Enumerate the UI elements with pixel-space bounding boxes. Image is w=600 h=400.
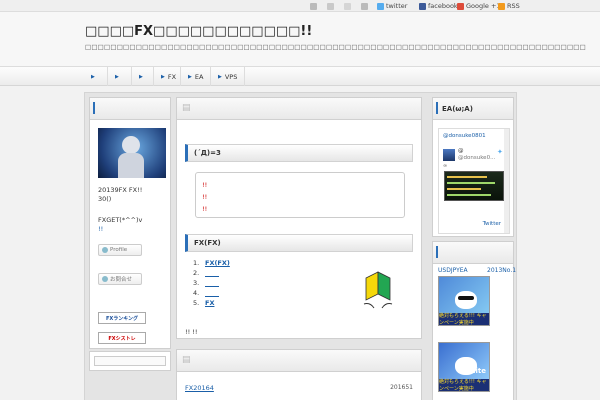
facebook-link[interactable]: facebook — [419, 2, 458, 10]
twitter-timeline[interactable]: @donsuke0801 @ @donsuke0... ✦ ∞ Twitter — [438, 128, 510, 234]
post-title-link[interactable]: FX20164 — [185, 384, 214, 392]
twitter-panel: EA(ω;A) @donsuke0801 @ @donsuke0... ✦ ∞ … — [432, 97, 514, 237]
list-item: 2. — [193, 268, 247, 278]
profile-panel: 20139FX FX!! 30() FXGET(*^^)v !! Profile… — [89, 97, 171, 349]
site-description: □□□□□□□□□□□□□□□□□□□□□□□□□□□□□□□□□□□□□□□□… — [85, 43, 586, 51]
sunglasses-icon — [458, 296, 474, 300]
main-nav: ▶ ▶ ▶ ▶ FX ▶ EA ▶ VPS — [0, 66, 600, 86]
contact-button[interactable]: お問合せ — [98, 273, 142, 285]
mail-icon[interactable] — [344, 2, 351, 10]
nav-item-1[interactable]: ▶ — [84, 67, 108, 86]
arrow-icon: ▶ — [91, 73, 95, 80]
tweet-handle: @donsuke0... — [458, 155, 496, 161]
facebook-icon — [419, 2, 426, 10]
campaign-banner-1[interactable]: 絶対もらえる!!! キャンペーン実施中 — [438, 276, 490, 326]
arrow-icon: ▶ — [218, 73, 222, 80]
list-item: 1. FX(FX) — [193, 259, 230, 267]
ea-rank-link[interactable]: 2013No.1 — [487, 267, 577, 274]
nav-item-2[interactable]: ▶ — [108, 67, 132, 86]
post-panel: ▤ FX20164 201651 — [176, 349, 422, 400]
article-note: !! !! — [185, 328, 198, 336]
campaign-banner-2[interactable]: White 絶対もらえる!!! キャンペーン実施中 — [438, 342, 490, 392]
article-list: 1. FX(FX) 2. 3. 4. 5. FX — [193, 258, 247, 308]
profile-avatar — [98, 128, 166, 178]
section-heading: FX(FX) — [185, 234, 413, 252]
arrow-icon: ▶ — [139, 73, 143, 80]
section-heading: (´Д)=3 — [185, 144, 413, 162]
profile-link[interactable]: !! — [98, 225, 103, 233]
nav-item-3[interactable]: ▶ — [132, 67, 154, 86]
profile-icon — [102, 247, 108, 253]
timeline-scrollbar[interactable] — [504, 129, 509, 233]
panel-title: EA(ω;A) — [442, 105, 473, 113]
post-date: 201651 — [390, 384, 413, 391]
quote-box: !! !! !! — [195, 172, 405, 218]
profile-panel-header — [90, 98, 170, 120]
document-icon: ▤ — [182, 103, 191, 113]
twitter-panel-header: EA(ω;A) — [433, 98, 513, 120]
beginner-mark-icon — [363, 271, 393, 309]
top-social-bar: twitter facebook Google +1 RSS — [0, 0, 600, 12]
profile-text: FXGET(*^^)v — [98, 216, 143, 224]
tweet-more: ∞ — [443, 163, 448, 169]
print-icon[interactable] — [361, 2, 368, 10]
ea-panel-header — [433, 242, 513, 264]
rss-link[interactable]: RSS — [498, 2, 520, 10]
twitter-handle[interactable]: @donsuke0801 — [443, 133, 486, 139]
nav-item-fx[interactable]: ▶ FX — [154, 67, 181, 86]
document-icon: ▤ — [182, 355, 191, 365]
ea-panel: USDJPYEA 2013No.1 絶対もらえる!!! キャンペーン実施中 Wh… — [432, 241, 516, 400]
tweet-user: @ — [458, 148, 464, 154]
site-header: □□□□FX□□□□□□□□□□□□!! □□□□□□□□□□□□□□□□□□□… — [0, 12, 600, 66]
nav-item-ea[interactable]: ▶ EA — [181, 67, 211, 86]
tweet-avatar — [443, 149, 455, 161]
content-frame: 20139FX FX!! 30() FXGET(*^^)v !! Profile… — [84, 92, 517, 400]
list-item: 4. — [193, 288, 247, 298]
fx-systrade-banner[interactable]: FXシストレ — [98, 332, 146, 344]
left-widget-panel — [89, 351, 171, 371]
nav-item-vps[interactable]: ▶ VPS — [211, 67, 245, 86]
site-title[interactable]: □□□□FX□□□□□□□□□□□□!! — [85, 24, 312, 39]
search-input[interactable] — [94, 356, 166, 366]
arrow-icon: ▶ — [188, 73, 192, 80]
ea-link[interactable]: USDJPYEA — [438, 267, 468, 274]
arrow-icon: ▶ — [115, 73, 119, 80]
post-header: ▤ — [177, 350, 421, 372]
list-item: 5. FX — [193, 299, 215, 307]
share-icon[interactable] — [327, 2, 334, 10]
profile-text: 30() — [98, 195, 112, 203]
mail-icon — [102, 276, 108, 282]
profile-button[interactable]: Profile — [98, 244, 142, 256]
twitter-link[interactable]: twitter — [377, 2, 407, 10]
fx-ranking-banner[interactable]: FXランキング — [98, 312, 146, 324]
tweet-chart-image — [444, 171, 504, 201]
main-article-panel: ▤ (´Д)=3 !! !! !! FX(FX) 1. FX(FX) 2. 3. … — [176, 97, 422, 339]
google-plus-icon — [457, 2, 464, 10]
google-plus-link[interactable]: Google +1 — [457, 2, 501, 10]
article-header: ▤ — [177, 98, 421, 120]
twitter-icon — [377, 2, 384, 10]
arrow-icon: ▶ — [161, 73, 165, 80]
twitter-link[interactable]: Twitter — [483, 221, 501, 227]
twitter-bird-icon: ✦ — [497, 148, 503, 156]
profile-text: 20139FX FX!! — [98, 186, 143, 194]
bookmark-icon[interactable] — [310, 2, 317, 10]
list-item: 3. — [193, 278, 247, 288]
rss-icon — [498, 2, 505, 10]
